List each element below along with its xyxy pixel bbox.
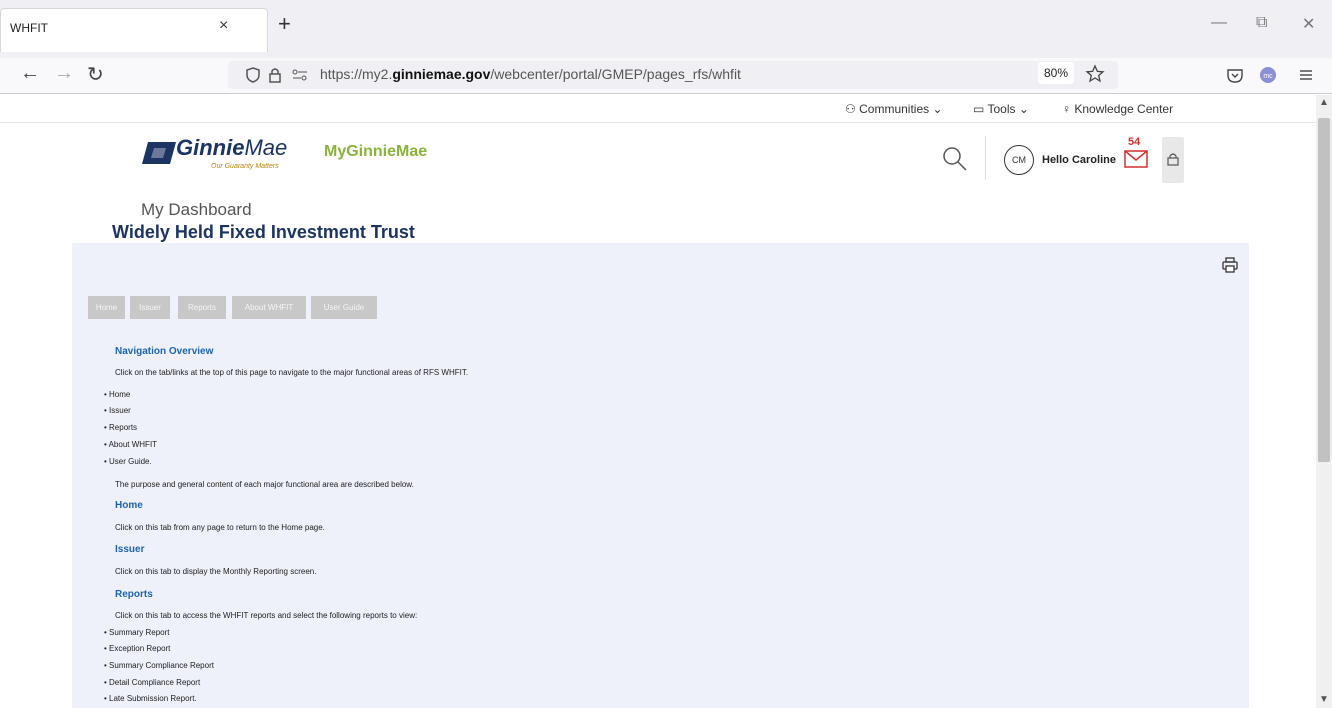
list-item: • Late Submission Report. xyxy=(104,694,197,703)
list-item: • Issuer xyxy=(104,406,131,415)
knowledge-center-link[interactable]: ♀ Knowledge Center xyxy=(1062,102,1173,116)
mail-icon[interactable] xyxy=(1124,149,1148,169)
list-item: • Reports xyxy=(104,423,138,432)
list-item: • Summary Compliance Report xyxy=(104,661,214,670)
logo-tagline: Our Guaranty Matters xyxy=(211,163,279,170)
issuer-heading: Issuer xyxy=(115,544,145,555)
reload-icon[interactable]: ↻ xyxy=(87,62,104,87)
close-tab-icon[interactable]: × xyxy=(219,17,228,35)
nav-intro-text: Click on the tab/links at the top of thi… xyxy=(115,368,469,377)
mail-count-badge: 54 xyxy=(1128,136,1141,148)
reports-text: Click on this tab to access the WHFIT re… xyxy=(115,611,418,620)
zoom-indicator[interactable]: 80% xyxy=(1038,62,1074,84)
list-item: • Detail Compliance Report xyxy=(104,678,201,687)
permissions-icon[interactable] xyxy=(291,68,309,82)
user-avatar[interactable]: CM xyxy=(1004,145,1034,175)
ginnie-mae-logo[interactable]: GinnieMae xyxy=(176,135,287,161)
tab-user-guide[interactable]: User Guide xyxy=(311,296,377,319)
communities-label: Communities xyxy=(859,102,930,116)
browser-tab[interactable]: WHFIT × xyxy=(0,8,268,52)
home-heading: Home xyxy=(115,500,143,511)
back-icon[interactable]: ← xyxy=(20,62,40,85)
tab-issuer[interactable]: Issuer xyxy=(130,296,170,319)
restore-icon[interactable]: ⧉ xyxy=(1256,14,1267,32)
new-tab-icon[interactable]: + xyxy=(278,13,291,35)
tools-menu[interactable]: ▭ Tools ⌄ xyxy=(973,102,1029,116)
minimize-icon[interactable]: — xyxy=(1211,14,1227,32)
list-item: • Home xyxy=(104,390,131,399)
communities-menu[interactable]: ⚇ Communities ⌄ xyxy=(845,102,943,116)
forward-icon[interactable]: → xyxy=(54,62,74,85)
app-name[interactable]: MyGinnieMae xyxy=(324,143,427,161)
search-icon[interactable] xyxy=(942,146,968,172)
scroll-down-icon[interactable]: ▼ xyxy=(1319,694,1329,705)
chevron-down-icon: ⌄ xyxy=(1018,102,1029,116)
shield-icon[interactable] xyxy=(244,66,262,84)
home-text: Click on this tab from any page to retur… xyxy=(115,523,325,532)
padlock-icon xyxy=(1167,153,1179,166)
svg-text:mc: mc xyxy=(1263,73,1273,80)
tab-reports[interactable]: Reports xyxy=(178,296,226,319)
list-item: • User Guide. xyxy=(104,457,152,466)
menu-icon[interactable] xyxy=(1298,67,1314,83)
account-avatar-icon[interactable]: mc xyxy=(1259,66,1277,84)
knowledge-center-label: Knowledge Center xyxy=(1074,102,1174,116)
url-text[interactable]: https://my2.ginniemae.gov/webcenter/port… xyxy=(320,66,741,82)
issuer-text: Click on this tab to display the Monthly… xyxy=(115,567,317,576)
chevron-down-icon: ⌄ xyxy=(932,102,943,116)
lock-button[interactable] xyxy=(1162,137,1184,183)
user-greeting[interactable]: Hello Caroline xyxy=(1042,154,1116,166)
scrollbar-thumb[interactable] xyxy=(1318,118,1330,462)
ginnie-mae-logo-icon[interactable] xyxy=(142,140,176,166)
tab-about-whfit[interactable]: About WHFIT xyxy=(232,296,306,319)
list-item: • Summary Report xyxy=(104,628,170,637)
list-item: • Exception Report xyxy=(104,644,171,653)
print-icon[interactable] xyxy=(1222,257,1238,273)
navigation-overview-heading: Navigation Overview xyxy=(115,346,214,357)
reports-heading: Reports xyxy=(115,589,153,600)
tools-icon: ▭ xyxy=(973,102,985,116)
bookmark-star-icon[interactable] xyxy=(1085,64,1105,84)
breadcrumb[interactable]: My Dashboard xyxy=(141,200,252,220)
communities-icon: ⚇ xyxy=(845,102,856,116)
tab-home[interactable]: Home xyxy=(88,296,125,319)
scroll-up-icon[interactable]: ▲ xyxy=(1319,97,1329,108)
pocket-icon[interactable] xyxy=(1226,66,1244,84)
header-divider xyxy=(985,136,986,180)
lightbulb-icon: ♀ xyxy=(1062,102,1071,116)
tools-label: Tools xyxy=(987,102,1016,116)
purpose-text: The purpose and general content of each … xyxy=(115,480,414,489)
page-title: Widely Held Fixed Investment Trust xyxy=(112,222,415,242)
window-close-icon[interactable]: ✕ xyxy=(1302,14,1315,34)
list-item: • About WHFIT xyxy=(104,440,158,449)
lock-icon[interactable] xyxy=(267,66,283,84)
browser-tab-title: WHFIT xyxy=(10,21,48,35)
